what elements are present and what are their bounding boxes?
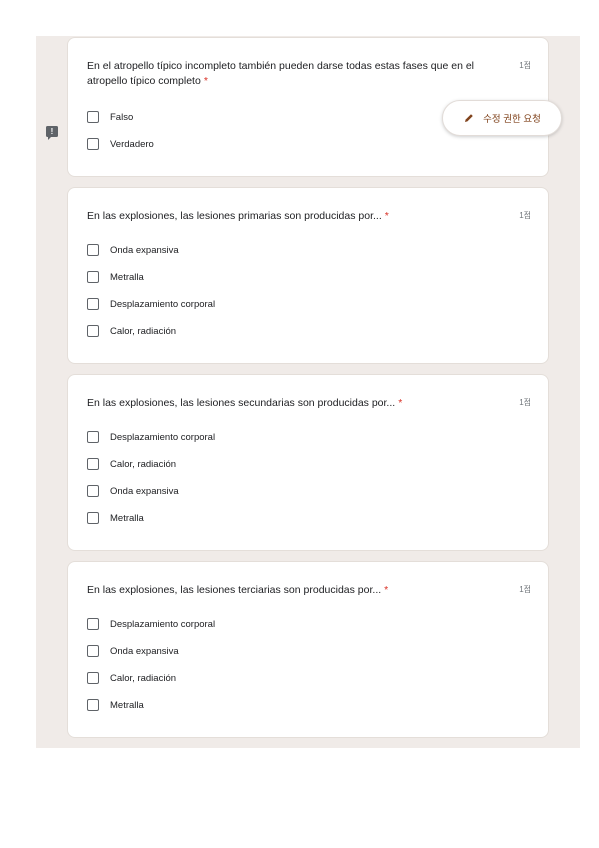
option-checkbox[interactable]: Desplazamiento corporal <box>87 296 215 312</box>
option-label: Calor, radiación <box>110 458 177 470</box>
option-label: Calor, radiación <box>110 672 177 684</box>
required-asterisk: * <box>384 584 389 596</box>
checkbox-icon[interactable] <box>87 138 99 150</box>
request-edit-access-label: 수정 권한 요청 <box>483 114 541 125</box>
option-checkbox[interactable]: Desplazamiento corporal <box>87 616 215 632</box>
checkbox-icon[interactable] <box>87 244 99 256</box>
option-label: Metralla <box>110 271 144 283</box>
option-checkbox[interactable]: Onda expansiva <box>87 242 179 258</box>
question-title: En las explosiones, las lesiones secunda… <box>87 397 403 409</box>
feedback-icon[interactable]: ! <box>46 126 58 140</box>
option-label: Falso <box>110 111 134 123</box>
pencil-icon <box>465 114 473 122</box>
option-label: Metralla <box>110 699 144 711</box>
question-title: En las explosiones, las lesiones terciar… <box>87 584 389 596</box>
checkbox-icon[interactable] <box>87 699 99 711</box>
question-card-4: En las explosiones, las lesiones terciar… <box>67 561 549 738</box>
question-points: 1점 <box>519 61 531 70</box>
checkbox-icon[interactable] <box>87 512 99 524</box>
option-checkbox[interactable]: Metralla <box>87 510 144 526</box>
checkbox-icon[interactable] <box>87 298 99 310</box>
option-label: Verdadero <box>110 138 154 150</box>
option-label: Onda expansiva <box>110 244 179 256</box>
option-checkbox[interactable]: Metralla <box>87 269 144 285</box>
option-checkbox[interactable]: Verdadero <box>87 136 154 152</box>
option-label: Onda expansiva <box>110 485 179 497</box>
checkbox-icon[interactable] <box>87 271 99 283</box>
question-title: En el atropello típico incompleto tambié… <box>87 60 474 87</box>
question-card-2: En las explosiones, las lesiones primari… <box>67 187 549 364</box>
option-label: Desplazamiento corporal <box>110 431 216 443</box>
question-points: 1점 <box>519 211 531 220</box>
checkbox-icon[interactable] <box>87 618 99 630</box>
checkbox-icon[interactable] <box>87 431 99 443</box>
option-checkbox[interactable]: Metralla <box>87 697 144 713</box>
option-label: Metralla <box>110 512 144 524</box>
question-title: En las explosiones, las lesiones primari… <box>87 210 389 222</box>
required-asterisk: * <box>398 397 403 409</box>
checkbox-icon[interactable] <box>87 325 99 337</box>
checkbox-icon[interactable] <box>87 672 99 684</box>
option-checkbox[interactable]: Onda expansiva <box>87 483 179 499</box>
checkbox-icon[interactable] <box>87 458 99 470</box>
required-asterisk: * <box>384 210 389 222</box>
request-edit-access-button[interactable]: 수정 권한 요청 <box>442 100 562 136</box>
option-checkbox[interactable]: Calor, radiación <box>87 456 176 472</box>
option-label: Calor, radiación <box>110 325 177 337</box>
question-points: 1점 <box>519 585 531 594</box>
option-checkbox[interactable]: Calor, radiación <box>87 323 176 339</box>
checkbox-icon[interactable] <box>87 645 99 657</box>
option-label: Onda expansiva <box>110 645 179 657</box>
option-label: Desplazamiento corporal <box>110 618 216 630</box>
required-asterisk: * <box>203 75 208 87</box>
checkbox-icon[interactable] <box>87 485 99 497</box>
option-label: Desplazamiento corporal <box>110 298 216 310</box>
option-checkbox[interactable]: Falso <box>87 109 133 125</box>
feedback-mark: ! <box>50 127 54 136</box>
option-checkbox[interactable]: Calor, radiación <box>87 670 176 686</box>
question-card-3: En las explosiones, las lesiones secunda… <box>67 374 549 551</box>
option-checkbox[interactable]: Onda expansiva <box>87 643 179 659</box>
option-checkbox[interactable]: Desplazamiento corporal <box>87 429 215 445</box>
checkbox-icon[interactable] <box>87 111 99 123</box>
question-points: 1점 <box>519 398 531 407</box>
